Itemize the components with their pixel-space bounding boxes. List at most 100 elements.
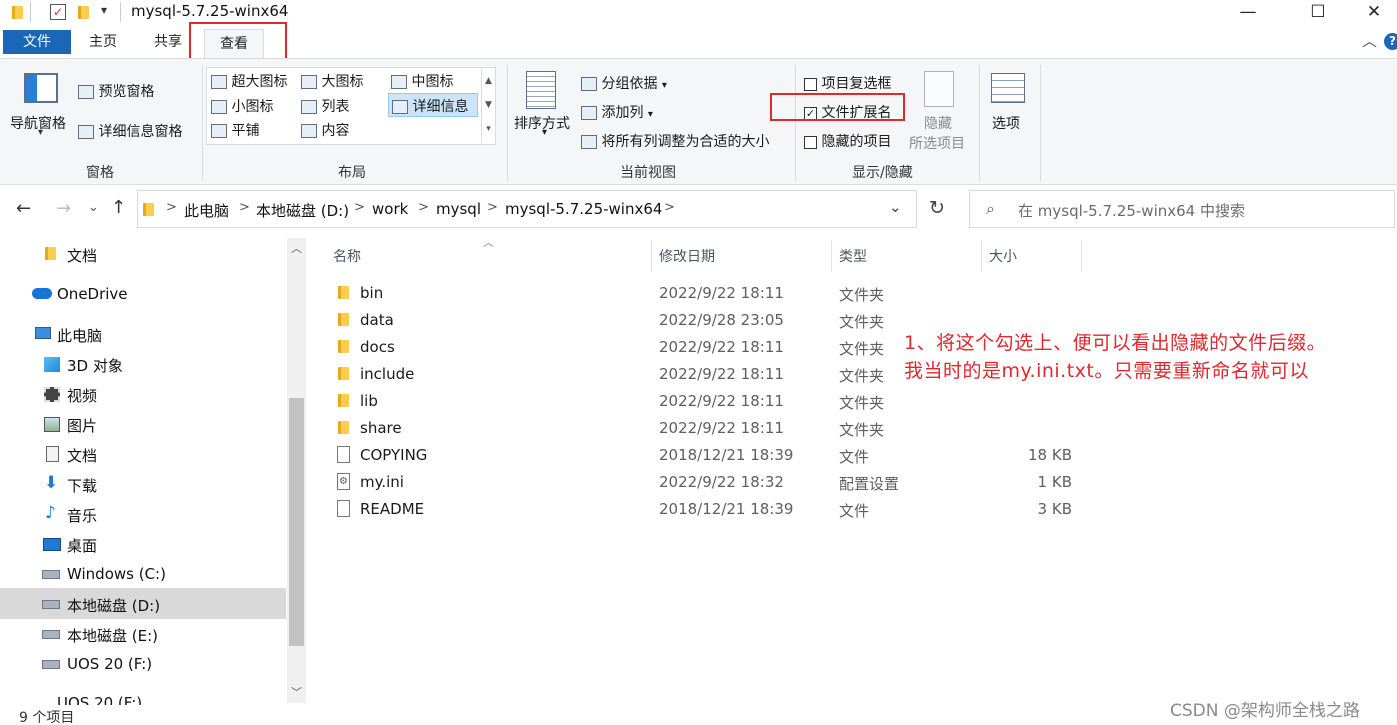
table-row[interactable]: ⚙ my.ini 2022/9/22 18:32 配置设置 1 KB xyxy=(330,470,1080,496)
layout-medium-icons[interactable]: 中图标 xyxy=(391,71,453,91)
breadcrumb-mysql-dir[interactable]: mysql-5.7.25-winx64 xyxy=(505,200,662,218)
folder-icon xyxy=(338,367,349,380)
options-button[interactable]: 选项 xyxy=(986,67,1032,151)
table-row[interactable]: README 2018/12/21 18:39 文件 3 KB xyxy=(330,497,1080,523)
file-date: 2022/9/22 18:11 xyxy=(659,284,784,302)
file-name: my.ini xyxy=(360,473,404,491)
tab-file[interactable]: 文件 xyxy=(3,30,71,54)
back-icon[interactable]: ← xyxy=(16,198,31,219)
nav-item-desktop[interactable]: 桌面 xyxy=(67,535,97,556)
layout-scroll[interactable]: ▲ ▼ ▾ xyxy=(481,69,495,143)
file-name: bin xyxy=(360,284,384,302)
table-row[interactable]: share 2022/9/22 18:11 文件夹 xyxy=(330,416,1080,442)
maximize-button[interactable]: ☐ xyxy=(1295,0,1341,24)
nav-item-music[interactable]: 音乐 xyxy=(67,505,97,526)
layout-details[interactable]: 详细信息 xyxy=(388,93,478,117)
breadcrumb-drive-d[interactable]: 本地磁盘 (D:) xyxy=(256,200,349,221)
scroll-down-icon[interactable]: ﹀ xyxy=(291,684,302,700)
tiles-icon xyxy=(211,124,227,138)
address-dropdown-icon[interactable]: ⌄ xyxy=(889,198,902,216)
close-button[interactable]: ✕ xyxy=(1351,0,1397,24)
large-icons-label: 大图标 xyxy=(321,74,364,90)
table-row[interactable]: lib 2022/9/22 18:11 文件夹 xyxy=(330,389,1080,415)
breadcrumb-mysql[interactable]: mysql xyxy=(436,200,481,218)
collapse-ribbon-icon[interactable]: ︿ xyxy=(1362,30,1377,51)
help-icon[interactable]: ? xyxy=(1384,33,1397,50)
qat-dropdown[interactable]: ▾ xyxy=(101,3,107,17)
nav-item-pictures[interactable]: 图片 xyxy=(67,415,97,436)
nav-item-this-pc[interactable]: 此电脑 xyxy=(57,325,102,346)
column-separator[interactable] xyxy=(651,240,652,272)
nav-item-documents[interactable]: 文档 xyxy=(67,445,97,466)
column-header-date[interactable]: 修改日期 xyxy=(659,246,715,266)
large-icons-icon xyxy=(301,75,317,89)
music-icon: ♪ xyxy=(45,503,56,523)
refresh-icon[interactable]: ↻ xyxy=(929,197,945,219)
nav-item-downloads[interactable]: 下载 xyxy=(67,475,97,496)
nav-scroll-thumb[interactable] xyxy=(289,398,304,646)
column-separator[interactable] xyxy=(981,240,982,272)
breadcrumb-chevron: > xyxy=(487,200,498,215)
table-row[interactable]: bin 2022/9/22 18:11 文件夹 xyxy=(330,281,1080,307)
nav-item-3d-objects[interactable]: 3D 对象 xyxy=(67,355,123,376)
drive-e-icon xyxy=(42,630,60,639)
search-placeholder[interactable]: 在 mysql-5.7.25-winx64 中搜索 xyxy=(1018,200,1245,221)
layout-list[interactable]: 列表 xyxy=(301,96,349,116)
up-icon[interactable]: ↑ xyxy=(111,197,126,218)
minimize-button[interactable]: — xyxy=(1225,0,1271,24)
onedrive-icon xyxy=(32,288,52,299)
recent-locations-icon[interactable]: ⌄ xyxy=(88,200,99,215)
fit-columns-icon xyxy=(581,135,597,149)
hidden-items-toggle[interactable]: 隐藏的项目 xyxy=(804,131,891,151)
column-header-type[interactable]: 类型 xyxy=(839,246,867,266)
nav-item-docs-top[interactable]: 文档 xyxy=(67,245,97,266)
group-label-show-hide: 显示/隐藏 xyxy=(852,165,913,181)
properties-check-icon[interactable]: ✓ xyxy=(50,4,66,20)
nav-scrollbar[interactable]: ︿ ﹀ xyxy=(287,238,306,703)
nav-item-onedrive[interactable]: OneDrive xyxy=(57,285,128,303)
layout-xl-icons[interactable]: 超大图标 xyxy=(211,71,287,91)
scroll-up-icon[interactable]: ︿ xyxy=(291,240,302,256)
group-by-button[interactable]: 分组依据 ▾ xyxy=(581,73,667,93)
folder-icon xyxy=(338,394,349,407)
layout-large-icons[interactable]: 大图标 xyxy=(301,71,363,91)
search-box[interactable]: ⌕ 在 mysql-5.7.25-winx64 中搜索 xyxy=(969,190,1395,228)
layout-small-icons[interactable]: 小图标 xyxy=(211,96,273,116)
item-checkboxes-toggle[interactable]: 项目复选框 xyxy=(804,73,891,93)
fit-columns-button[interactable]: 将所有列调整为合适的大小 xyxy=(581,131,769,151)
file-date: 2018/12/21 18:39 xyxy=(659,446,794,464)
layout-content[interactable]: 内容 xyxy=(301,120,349,140)
add-columns-icon xyxy=(581,106,597,120)
nav-item-drive-d[interactable]: 本地磁盘 (D:) xyxy=(67,595,160,616)
column-separator[interactable] xyxy=(831,240,832,272)
nav-item-drive-f[interactable]: UOS 20 (F:) xyxy=(67,655,152,673)
add-columns-button[interactable]: 添加列 ▾ xyxy=(581,102,653,122)
new-folder-icon[interactable] xyxy=(78,6,89,19)
nav-item-drive-e[interactable]: 本地磁盘 (E:) xyxy=(67,625,158,646)
column-separator[interactable] xyxy=(1081,240,1082,272)
file-name: lib xyxy=(360,392,378,410)
sort-by-button[interactable]: 排序方式 ▾ xyxy=(512,67,578,149)
preview-pane-button[interactable]: 预览窗格 xyxy=(78,81,154,101)
details-pane-button[interactable]: 详细信息窗格 xyxy=(78,121,182,141)
nav-item-videos[interactable]: 视频 xyxy=(67,385,97,406)
list-icon xyxy=(301,100,317,114)
hidden-items-checkbox[interactable] xyxy=(804,135,817,149)
group-by-icon xyxy=(581,77,597,91)
nav-pane-button[interactable]: 导航窗格 ▾ xyxy=(10,63,74,143)
tab-home[interactable]: 主页 xyxy=(75,30,131,54)
item-checkboxes-checkbox[interactable] xyxy=(804,77,817,91)
column-header-name[interactable]: 名称 xyxy=(333,246,361,266)
nav-item-drive-f-2[interactable]: UOS 20 (F:) xyxy=(57,694,142,705)
column-header-size[interactable]: 大小 xyxy=(989,246,1017,266)
breadcrumb-this-pc[interactable]: 此电脑 xyxy=(184,200,229,221)
file-name: README xyxy=(360,500,425,518)
tab-share[interactable]: 共享 xyxy=(140,30,196,54)
table-row[interactable]: COPYING 2018/12/21 18:39 文件 18 KB xyxy=(330,443,1080,469)
forward-icon[interactable]: → xyxy=(56,198,71,219)
downloads-icon: ⬇ xyxy=(44,473,59,493)
breadcrumb-work[interactable]: work xyxy=(372,200,408,218)
hide-selected-button[interactable]: 隐藏 所选项目 xyxy=(906,67,972,152)
nav-item-drive-c[interactable]: Windows (C:) xyxy=(67,565,166,583)
layout-tiles[interactable]: 平铺 xyxy=(211,120,259,140)
